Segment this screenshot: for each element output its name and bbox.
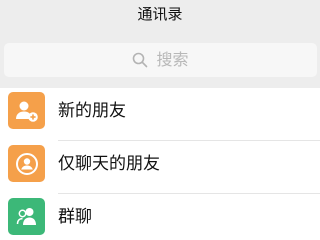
search-bar-content: 搜索 [4,43,317,77]
list-item-label: 仅聊天的朋友 [58,154,160,174]
add-friend-icon [8,92,45,129]
page-title: 通讯录 [137,5,183,23]
contacts-menu-list: 新的朋友 仅聊天的朋友 群聊 [0,88,320,240]
list-item-group-chats[interactable]: 群聊 [0,194,320,240]
list-item-new-friends[interactable]: 新的朋友 [0,88,320,141]
search-bar[interactable]: 搜索 [4,43,317,77]
nav-bar: 通讯录 [0,0,320,32]
list-item-chat-only-friends[interactable]: 仅聊天的朋友 [0,141,320,194]
contacts-screen: 通讯录 搜索 新的朋友 仅聊天的朋友 群聊 [0,0,320,240]
list-item-label: 新的朋友 [58,101,126,121]
list-item-label: 群聊 [58,207,92,227]
search-placeholder: 搜索 [156,50,189,69]
group-chat-icon [8,198,45,235]
search-icon [132,52,148,68]
chat-only-friend-icon [8,145,45,182]
